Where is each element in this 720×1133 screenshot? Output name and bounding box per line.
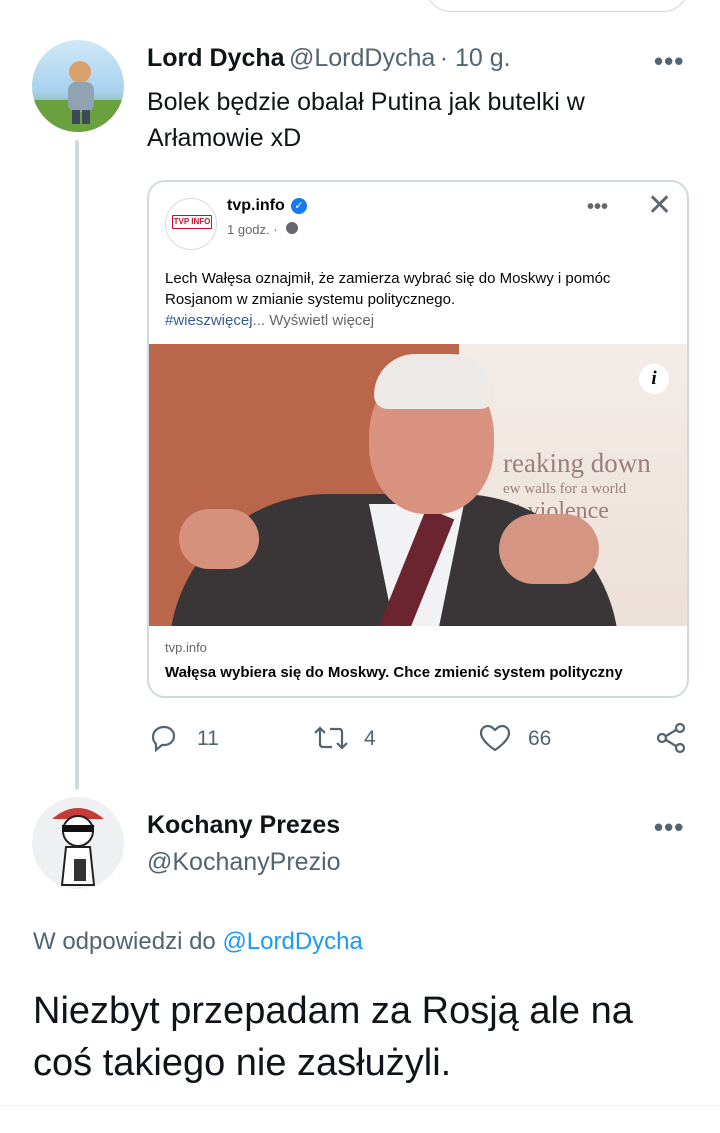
heart-icon [479,724,511,752]
author-name[interactable]: Lord Dycha [147,44,285,72]
fb-more-icon: ••• [587,196,609,218]
globe-icon [286,222,298,234]
reply-mention-link[interactable]: @LordDycha [222,928,362,955]
fb-post-time: 1 godz. · [227,222,278,237]
tvp-logo-mark: TVP INFO [172,215,212,229]
like-button[interactable]: 66 [478,722,551,759]
retweet-icon [314,726,348,750]
author-handle[interactable]: @KochanyPrezio [147,848,341,877]
author-handle[interactable]: @LordDycha [289,44,435,72]
fb-post-text: Lech Wałęsa oznajmił, że zamierza wybrać… [165,268,675,331]
info-icon: i [639,364,669,394]
person-left-hand [179,509,259,569]
fb-hashtag: #wieszwięcej [165,312,253,329]
reply-button[interactable]: 11 [147,722,219,759]
tweet1-header: Lord Dycha @LordDycha · 10 g. [147,44,511,73]
tvp-info-logo: TVP INFO [165,198,217,250]
person-hair [374,354,494,409]
more-options-button[interactable]: ••• [654,812,684,843]
reply-prefix: W odpowiedzi do [33,928,223,955]
retweet-count: 4 [364,727,376,750]
fb-post-body: Lech Wałęsa oznajmił, że zamierza wybrać… [165,270,611,308]
avatar-lord-dycha[interactable] [32,40,124,132]
share-icon [656,722,686,754]
news-photo: reaking down ew walls for a world ut vio… [149,344,687,626]
close-icon: ✕ [647,189,673,222]
link-domain: tvp.info [165,640,207,655]
share-button[interactable] [654,722,688,759]
avatar-kochany-prezes[interactable] [32,797,124,889]
reply-icon [151,725,176,753]
author-name[interactable]: Kochany Prezes [147,811,340,840]
tweet2-text: Niezbyt przepadam za Rosją ale na coś ta… [33,990,633,1084]
embedded-image-card[interactable]: TVP INFO tvp.info ✓ 1 godz. · ••• ✕ Lech… [147,180,689,698]
show-more-pill[interactable] [425,0,689,12]
verified-check-icon: ✓ [291,198,307,214]
reply-count: 11 [197,727,219,750]
photo-text-line1: reaking down [503,448,651,478]
tweet1-text: Bolek będzie obalał Putina jak butelki w… [147,88,585,152]
thread-connector-line [75,140,79,790]
avatar-image [32,61,124,132]
person-right-hand [499,514,599,584]
retweet-button[interactable]: 4 [312,722,376,759]
more-options-button[interactable]: ••• [654,46,684,77]
link-title: Wałęsa wybiera się do Moskwy. Chce zmien… [165,664,623,681]
avatar-image [52,808,104,886]
like-count: 66 [528,727,552,750]
divider [0,1105,720,1106]
photo-text-line2: ew walls for a world [503,481,627,497]
fb-see-more: ... Wyświetl więcej [252,312,375,329]
reply-context: W odpowiedzi do @LordDycha [33,928,363,956]
tweet-time[interactable]: · 10 g. [440,44,511,72]
fb-page-name: tvp.info [227,197,285,214]
